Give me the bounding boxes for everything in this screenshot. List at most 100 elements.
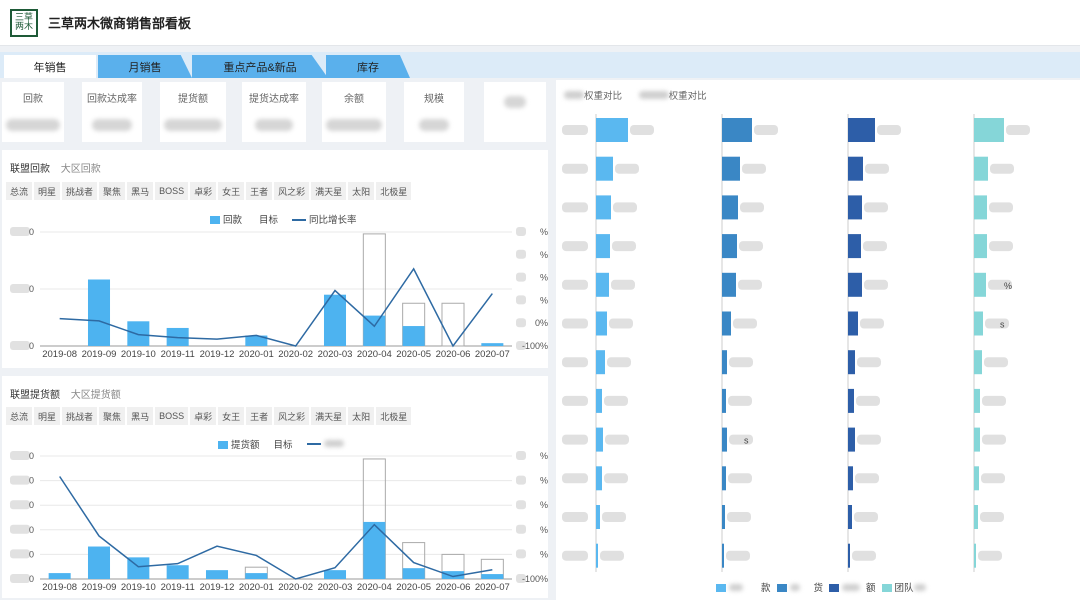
rank-name-mask bbox=[562, 357, 588, 368]
rank-bar bbox=[974, 466, 979, 491]
y2-tick-label: % bbox=[540, 549, 548, 559]
rank-value-mask bbox=[630, 125, 654, 135]
x-tick-label: 2019-09 bbox=[82, 349, 117, 360]
tab-monthly-sales[interactable]: 月销售 bbox=[98, 55, 192, 78]
y2-tick-label: % bbox=[540, 273, 548, 283]
x-tick-label: 2020-06 bbox=[436, 582, 471, 593]
rank-bar bbox=[596, 543, 598, 568]
pickup-chart: 0 0 0 0 0 0 %%%%% -100% 2019-08 2019-09 2019-10 201… bbox=[10, 451, 548, 593]
rank-legend-item[interactable]: 额 bbox=[829, 580, 876, 594]
kpi-card-scale: 规模 bbox=[404, 82, 464, 142]
y2-tick-mask bbox=[516, 318, 526, 328]
kpi-label: 余额 bbox=[344, 94, 364, 105]
y2-tick-mask bbox=[516, 227, 526, 236]
rank-value-mask bbox=[863, 241, 887, 252]
rank-bar bbox=[848, 234, 861, 259]
kpi-value bbox=[419, 119, 449, 131]
rank-name-mask bbox=[562, 279, 588, 290]
rank-bar bbox=[596, 505, 600, 529]
rank-name-mask bbox=[562, 395, 588, 406]
y2-tick-label: % bbox=[540, 525, 548, 535]
rank-bar bbox=[848, 272, 862, 297]
main-tab-bar: 年销售 月销售 重点产品&新品 库存 bbox=[0, 52, 1080, 78]
rank-value-mask bbox=[727, 512, 751, 522]
kpi-value bbox=[326, 119, 382, 131]
tab-weight-compare-2[interactable]: 权重对比 bbox=[669, 91, 707, 102]
value-bar bbox=[323, 570, 347, 579]
rank-bar bbox=[722, 156, 740, 181]
y-tick-label: 0 bbox=[29, 341, 34, 351]
rank-value-label: s bbox=[744, 436, 749, 446]
rank-bar bbox=[596, 195, 611, 220]
tab-inventory[interactable]: 库存 bbox=[326, 55, 410, 78]
payment-chart: 0 0 0 %%%% 0% -100% 2019-08 2019-09 2019-10 2019-… bbox=[10, 227, 548, 360]
growth-line bbox=[59, 476, 493, 580]
x-tick-label: 2020-07 bbox=[475, 349, 510, 360]
y2-tick-mask bbox=[516, 475, 526, 485]
rank-bar bbox=[722, 311, 731, 336]
kpi-label: 回款 bbox=[23, 94, 43, 105]
y-tick-mask bbox=[10, 475, 30, 485]
rank-name-mask bbox=[562, 473, 588, 484]
rank-value-mask bbox=[877, 125, 901, 135]
rank-value-mask bbox=[980, 512, 1004, 522]
rank-bar bbox=[596, 311, 607, 336]
value-bar bbox=[87, 279, 111, 346]
y2-tick-mask bbox=[516, 295, 526, 305]
rank-value-mask bbox=[1006, 125, 1030, 135]
rank-bar bbox=[848, 350, 855, 375]
kpi-value bbox=[255, 119, 293, 131]
y-tick-label: 0 bbox=[29, 549, 34, 559]
rank-value-mask bbox=[855, 473, 879, 484]
rank-bar bbox=[848, 466, 853, 491]
page-title: 三草两木微商销售部看板 bbox=[48, 16, 192, 31]
rank-bar bbox=[974, 350, 982, 375]
rank-bar-charts: % s s bbox=[562, 114, 1030, 572]
right-subtabs: 权重对比 权重对比 bbox=[564, 88, 707, 102]
y2-tick-mask bbox=[516, 549, 526, 559]
rank-legend: 款 货 额 团队 bbox=[716, 580, 926, 594]
rank-bar bbox=[596, 156, 613, 181]
x-tick-label: 2019-08 bbox=[42, 582, 77, 593]
tab-yearly-sales[interactable]: 年销售 bbox=[4, 55, 96, 78]
tab-weight-compare-1[interactable]: 权重对比 bbox=[584, 91, 622, 102]
y-tick-label: 0 bbox=[29, 525, 34, 535]
y2-tick-label: 0% bbox=[535, 318, 548, 328]
rank-bar bbox=[596, 234, 610, 259]
x-tick-label: 2019-12 bbox=[200, 582, 235, 593]
rank-value-mask bbox=[981, 473, 1005, 484]
rank-bar bbox=[722, 427, 727, 452]
rank-bar bbox=[974, 427, 980, 452]
tab-key-products[interactable]: 重点产品&新品 bbox=[192, 55, 328, 78]
y2-tick-mask bbox=[516, 249, 526, 259]
y-tick-label: 0 bbox=[29, 284, 34, 294]
y-tick-mask bbox=[10, 500, 30, 510]
rank-legend-item[interactable]: 款 bbox=[716, 580, 771, 594]
rank-bar bbox=[722, 388, 726, 413]
kpi-value bbox=[92, 119, 132, 131]
rank-legend-item[interactable]: 货 bbox=[776, 580, 823, 594]
y-tick-label: 0 bbox=[29, 476, 34, 486]
y2-tick-label: % bbox=[540, 476, 548, 486]
value-bar bbox=[87, 546, 111, 579]
y2-tick-mask bbox=[516, 500, 526, 510]
rank-bar bbox=[974, 118, 1004, 142]
rank-bar bbox=[848, 311, 858, 336]
rank-bar bbox=[722, 505, 725, 529]
value-bar bbox=[481, 574, 504, 579]
rank-value-mask bbox=[857, 434, 881, 445]
rank-value-mask bbox=[978, 550, 1002, 561]
y-tick-mask bbox=[10, 341, 30, 350]
kpi-value bbox=[6, 119, 60, 131]
rank-value-mask bbox=[982, 434, 1006, 445]
value-bar bbox=[205, 570, 229, 579]
y2-tick-label: % bbox=[540, 295, 548, 305]
rank-legend-item[interactable]: 团队 bbox=[881, 580, 926, 594]
rank-value-mask bbox=[726, 550, 750, 561]
y-tick-label: 0 bbox=[29, 500, 34, 510]
rank-bar bbox=[974, 234, 987, 259]
rank-bar bbox=[722, 350, 727, 375]
kpi-card-payment-rate: 回款达成率 bbox=[82, 82, 142, 142]
rank-value-mask bbox=[740, 202, 764, 213]
rank-bar bbox=[848, 156, 863, 181]
